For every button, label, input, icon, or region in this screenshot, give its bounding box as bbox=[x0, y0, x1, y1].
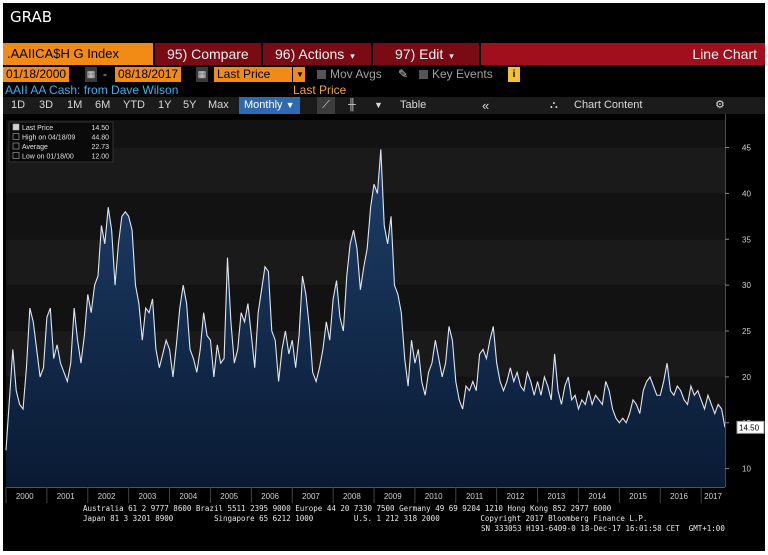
period-5y[interactable]: 5Y bbox=[183, 97, 196, 114]
x-tick-label: 2005 bbox=[220, 492, 238, 501]
y-tick-label: 25 bbox=[742, 327, 751, 336]
key-events-toggle[interactable]: Key Events bbox=[419, 67, 493, 82]
x-tick-label: 2000 bbox=[16, 492, 34, 501]
y-tick-label: 10 bbox=[742, 465, 751, 474]
last-value-label: 14.50 bbox=[739, 423, 760, 432]
x-tick-label: 2001 bbox=[57, 492, 75, 501]
date-dash: - bbox=[103, 67, 107, 81]
legend-label: High on 04/18/09 bbox=[22, 135, 75, 142]
x-tick-label: 2003 bbox=[139, 492, 157, 501]
price-chart: 101520253035404514.502000200120022003200… bbox=[5, 114, 765, 503]
footer-serial: SN 333053 H191-6409-0 18-Dec-17 16:01:58… bbox=[481, 524, 725, 533]
series-label: Last Price bbox=[293, 83, 347, 97]
calendar-icon[interactable]: ▦ bbox=[85, 67, 97, 82]
line-chart-icon[interactable]: ⟋ bbox=[317, 97, 335, 114]
period-1y[interactable]: 1Y bbox=[158, 97, 171, 114]
edit-menu[interactable]: 97) Edit ▾ bbox=[373, 43, 479, 65]
legend-swatch bbox=[12, 123, 20, 131]
chart-window: GRAB .AAIICA$H G Index 95) Compare 96) A… bbox=[3, 3, 765, 551]
mov-avgs-toggle[interactable]: Mov Avgs bbox=[317, 67, 382, 82]
legend-value: 44.80 bbox=[91, 135, 109, 142]
chevron-down-icon[interactable]: ▼ bbox=[293, 67, 305, 82]
period-1m[interactable]: 1M bbox=[67, 97, 82, 114]
chart-content-button[interactable]: Chart Content bbox=[574, 97, 642, 114]
x-tick-label: 2011 bbox=[466, 492, 484, 501]
chart-type-title: Line Chart bbox=[481, 43, 765, 65]
x-tick-label: 2013 bbox=[547, 492, 565, 501]
legend-label: Average bbox=[22, 144, 48, 151]
footer-phones: Australia 61 2 9777 8600 Brazil 5511 239… bbox=[83, 504, 612, 513]
x-tick-label: 2007 bbox=[302, 492, 320, 501]
function-toolbar: .AAIICA$H G Index 95) Compare 96) Action… bbox=[3, 43, 765, 65]
x-tick-label: 2006 bbox=[261, 492, 279, 501]
frequency-label: Monthly bbox=[244, 99, 283, 111]
chevron-down-icon: ▾ bbox=[449, 51, 454, 61]
actions-menu[interactable]: 96) Actions ▾ bbox=[263, 43, 371, 65]
x-tick-label: 2017 bbox=[704, 492, 722, 501]
compare-label: 95) Compare bbox=[167, 46, 249, 62]
period-toolbar: 1D 3D 1M 6M YTD 1Y 5Y Max Monthly ▼ ⟋ ╫ … bbox=[3, 97, 765, 114]
info-icon[interactable]: i bbox=[508, 67, 520, 82]
mov-avgs-label: Mov Avgs bbox=[330, 67, 382, 81]
x-tick-label: 2009 bbox=[384, 492, 402, 501]
period-ytd[interactable]: YTD bbox=[123, 97, 145, 114]
ticker-field[interactable]: .AAIICA$H G Index bbox=[3, 43, 153, 65]
pencil-icon[interactable]: ✎ bbox=[398, 67, 408, 82]
frequency-select[interactable]: Monthly ▼ bbox=[239, 97, 300, 114]
grid-band bbox=[6, 193, 725, 240]
x-tick-label: 2002 bbox=[98, 492, 116, 501]
chart-legend: Last Price 14.50 High on 04/18/09 44.80 Aver… bbox=[8, 121, 114, 163]
x-tick-label: 2015 bbox=[629, 492, 647, 501]
window-title: GRAB bbox=[10, 8, 52, 26]
y-tick-label: 30 bbox=[742, 281, 751, 290]
gear-icon[interactable]: ⚙ bbox=[715, 97, 725, 114]
chevron-down-icon: ▼ bbox=[285, 100, 295, 110]
legend-label: Last Price bbox=[22, 125, 53, 132]
table-button[interactable]: Table bbox=[400, 97, 426, 114]
period-3d[interactable]: 3D bbox=[39, 97, 53, 114]
y-tick-label: 45 bbox=[742, 144, 751, 153]
period-6m[interactable]: 6M bbox=[95, 97, 110, 114]
x-tick-label: 2014 bbox=[588, 492, 606, 501]
y-tick-label: 40 bbox=[742, 189, 751, 198]
field-select[interactable]: Last Price bbox=[214, 67, 292, 82]
footer-copyright: Japan 81 3 3201 8900 Singapore 65 6212 1… bbox=[83, 514, 648, 523]
chevron-down-icon: ▾ bbox=[350, 51, 355, 61]
x-tick-label: 2012 bbox=[507, 492, 525, 501]
actions-label: 96) Actions bbox=[275, 46, 345, 62]
legend-label: Low on 01/18/00 bbox=[22, 154, 74, 161]
checkbox-icon bbox=[317, 70, 326, 79]
y-tick-label: 35 bbox=[742, 235, 751, 244]
edit-label: 97) Edit bbox=[395, 46, 444, 62]
grid-band bbox=[6, 120, 725, 148]
legend-value: 14.50 bbox=[91, 125, 109, 132]
start-date-field[interactable]: 01/18/2000 bbox=[3, 67, 70, 82]
x-tick-label: 2004 bbox=[179, 492, 197, 501]
end-date-field[interactable]: 08/18/2017 bbox=[115, 67, 182, 82]
y-tick-label: 20 bbox=[742, 373, 751, 382]
compare-menu[interactable]: 95) Compare bbox=[155, 43, 261, 65]
x-tick-label: 2010 bbox=[425, 492, 443, 501]
key-events-label: Key Events bbox=[432, 67, 493, 81]
checkbox-icon bbox=[419, 70, 428, 79]
date-range-toolbar: 01/18/2000 ▦ - 08/18/2017 ▦ Last Price ▼… bbox=[3, 65, 765, 83]
collapse-left-icon[interactable]: « bbox=[482, 97, 489, 114]
legend-value: 22.73 bbox=[91, 144, 109, 151]
grid-band bbox=[6, 147, 725, 194]
x-tick-label: 2016 bbox=[670, 492, 688, 501]
chart-content-icon[interactable]: ⛬ bbox=[550, 97, 558, 114]
bar-style-icon[interactable]: ╫ bbox=[348, 97, 356, 114]
period-1d[interactable]: 1D bbox=[11, 97, 25, 114]
period-max[interactable]: Max bbox=[208, 97, 229, 114]
security-description: AAII AA Cash: from Dave Wilson bbox=[5, 83, 179, 97]
legend-value: 12.00 bbox=[91, 154, 109, 161]
x-tick-label: 2008 bbox=[343, 492, 361, 501]
calendar-icon[interactable]: ▦ bbox=[196, 67, 208, 82]
chevron-down-icon[interactable]: ▼ bbox=[374, 97, 383, 114]
